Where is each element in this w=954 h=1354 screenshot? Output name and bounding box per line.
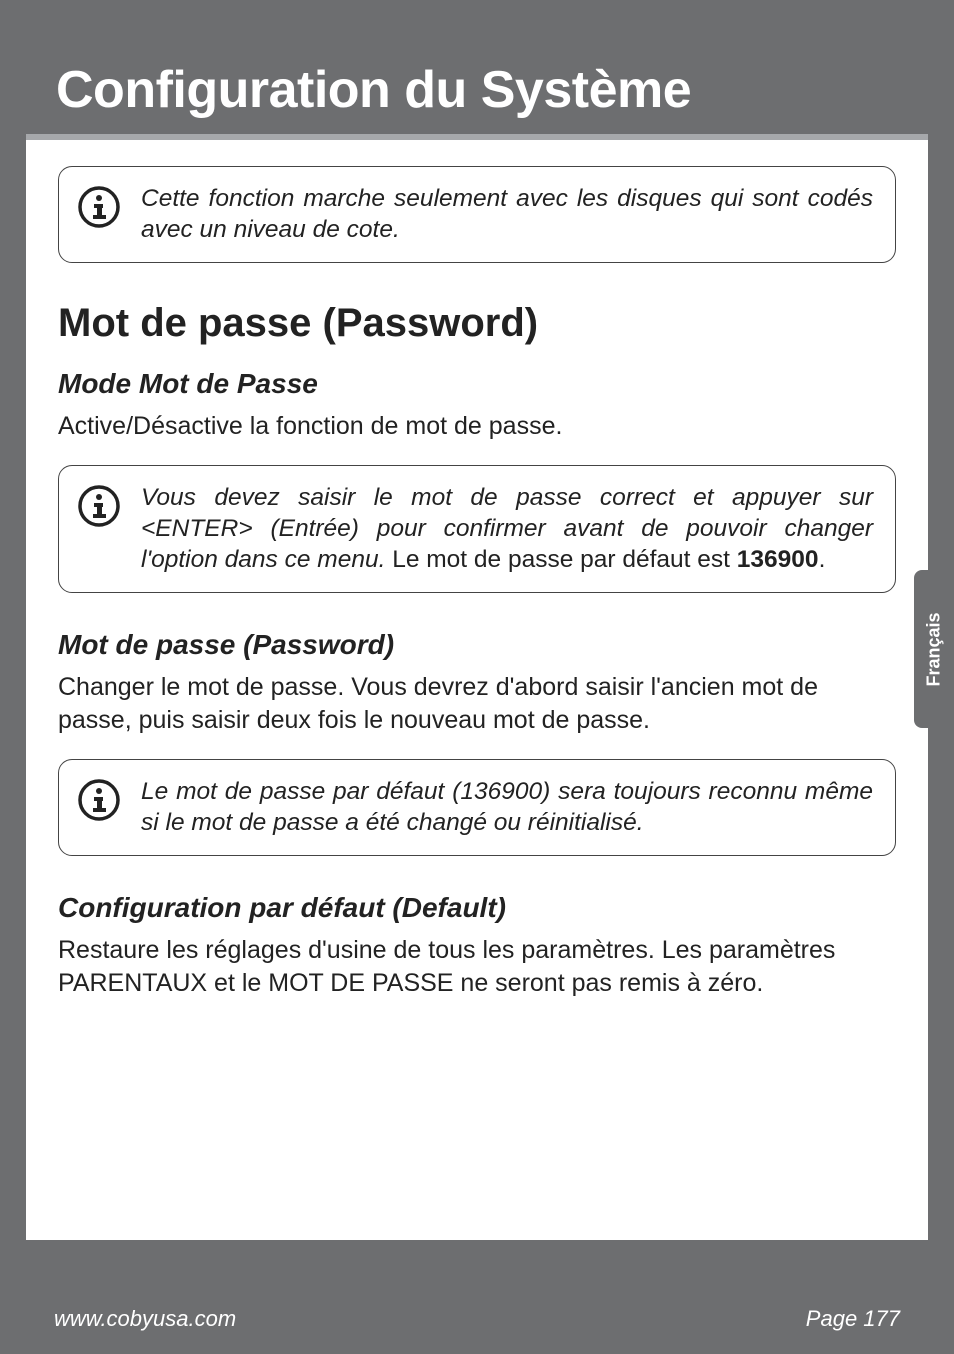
info-text-3: Le mot de passe par défaut (136900) sera…	[141, 776, 873, 839]
info-icon	[77, 484, 121, 533]
info-icon	[77, 778, 121, 827]
content-area: Cette fonction marche seulement avec les…	[26, 140, 928, 1240]
subheading-password: Mot de passe (Password)	[58, 629, 896, 661]
heading-password-section: Mot de passe (Password)	[58, 301, 896, 346]
info-text-2: Vous devez saisir le mot de passe correc…	[141, 482, 873, 576]
info-box-2: Vous devez saisir le mot de passe correc…	[58, 465, 896, 593]
info-icon	[77, 185, 121, 234]
page-background: Configuration du Système Cette fonction …	[0, 0, 954, 1354]
language-tab: Français	[914, 570, 954, 728]
info-box-3: Le mot de passe par défaut (136900) sera…	[58, 759, 896, 856]
body-password: Changer le mot de passe. Vous devrez d'a…	[58, 671, 896, 737]
subheading-default: Configuration par défaut (Default)	[58, 892, 896, 924]
body-default: Restaure les réglages d'usine de tous le…	[58, 934, 896, 1000]
info-box-1: Cette fonction marche seulement avec les…	[58, 166, 896, 263]
subheading-mode: Mode Mot de Passe	[58, 368, 896, 400]
header-bar: Configuration du Système	[26, 40, 928, 140]
info-text-1: Cette fonction marche seulement avec les…	[141, 183, 873, 246]
footer: www.cobyusa.com Page 177	[0, 1284, 954, 1354]
page-title: Configuration du Système	[56, 60, 898, 120]
body-mode: Active/Désactive la fonction de mot de p…	[58, 410, 896, 443]
language-tab-label: Français	[924, 612, 945, 686]
footer-url: www.cobyusa.com	[54, 1306, 236, 1332]
footer-page: Page 177	[806, 1306, 900, 1332]
